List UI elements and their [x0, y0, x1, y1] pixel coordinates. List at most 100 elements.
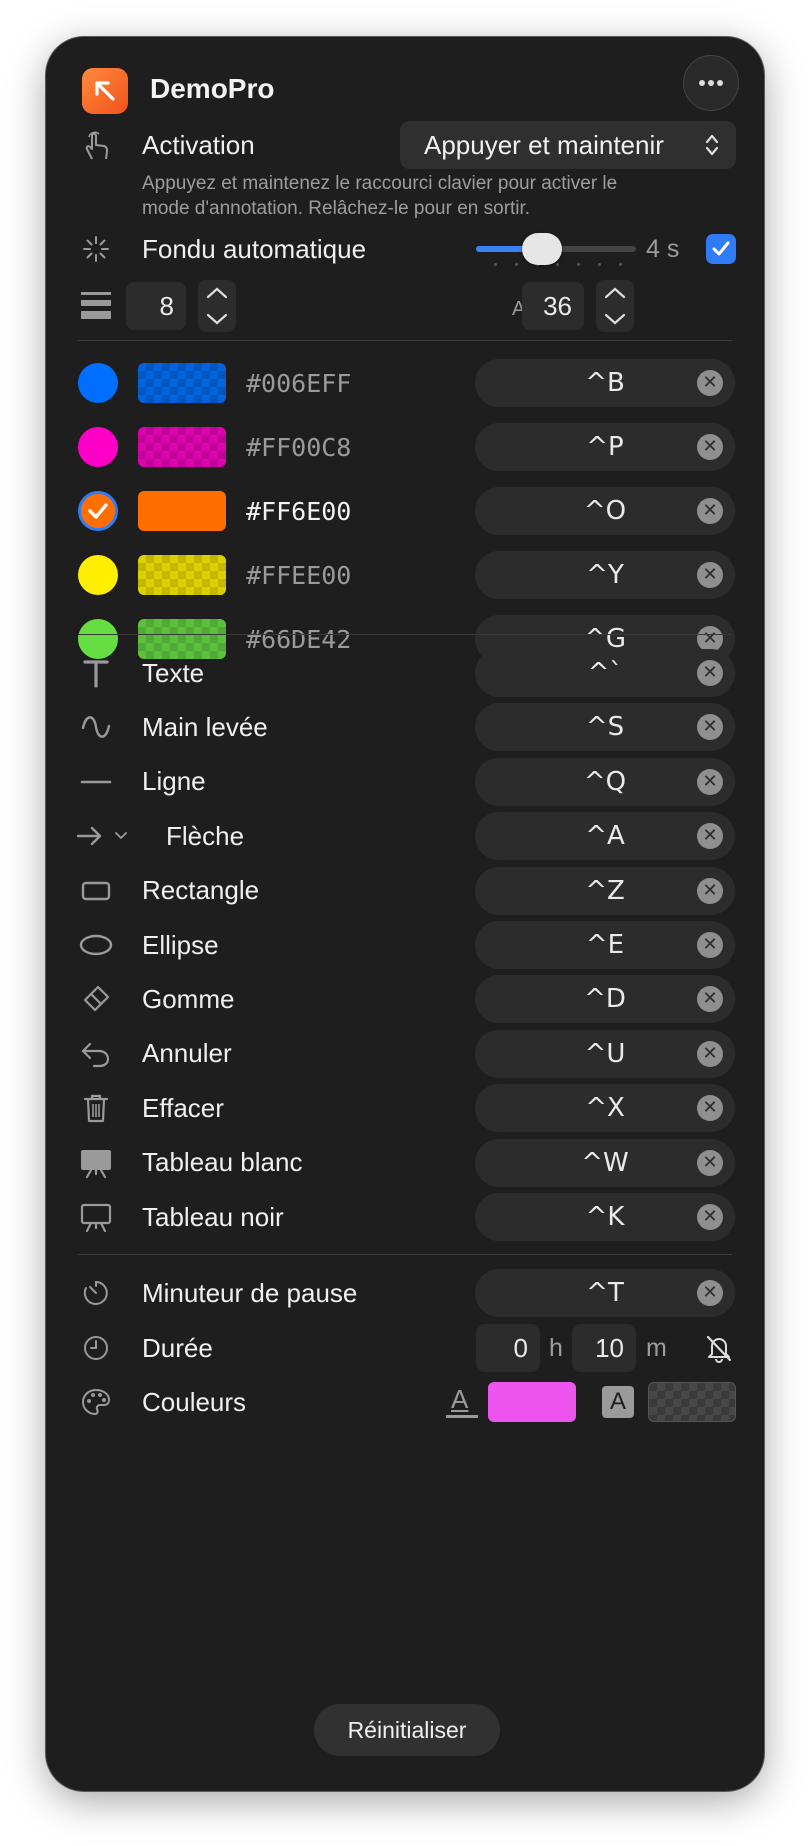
clear-shortcut-button[interactable]: ✕: [697, 932, 723, 958]
tool-shortcut-field[interactable]: ^Q ✕: [475, 757, 735, 806]
color-select-dot[interactable]: [78, 491, 118, 531]
shortcut-keys: ^`: [587, 658, 623, 688]
tool-shortcut-field[interactable]: ^E ✕: [475, 921, 735, 969]
line-width-stepper[interactable]: [198, 280, 236, 332]
tool-shortcut-field[interactable]: ^X ✕: [475, 1084, 735, 1133]
line-width-icon: [70, 284, 122, 324]
background-color-swatch[interactable]: [648, 1382, 736, 1422]
tool-label: Tableau noir: [142, 1201, 284, 1232]
shortcut-keys: ^Q: [583, 766, 627, 797]
color-select-dot[interactable]: [78, 363, 118, 403]
tool-shortcut-field[interactable]: ^A ✕: [475, 812, 735, 861]
arrow-icon[interactable]: [76, 816, 140, 856]
trash-icon: [70, 1088, 122, 1128]
color-swatch[interactable]: [138, 491, 226, 531]
tool-shortcut-field[interactable]: ^W ✕: [475, 1138, 735, 1187]
hours-field[interactable]: 0: [476, 1324, 540, 1372]
slider-ticks: [494, 263, 622, 266]
fade-row: Fondu automatique 4 s: [46, 225, 764, 273]
clear-shortcut-button[interactable]: ✕: [697, 1095, 723, 1122]
activation-row: Activation Appuyer et maintenir: [46, 121, 764, 169]
fade-label: Fondu automatique: [142, 233, 367, 264]
color-row: #FFEE00 ^Y ✕: [46, 551, 764, 599]
color-shortcut-field[interactable]: ^Y ✕: [475, 551, 735, 599]
checkmark-icon: [712, 241, 730, 256]
font-size-stepper[interactable]: [596, 280, 634, 332]
slider-knob[interactable]: [522, 233, 562, 265]
fade-slider[interactable]: [476, 229, 636, 269]
sparkle-icon: [70, 229, 122, 269]
clear-shortcut-button[interactable]: ✕: [697, 434, 723, 460]
timer-colors-label: Couleurs: [142, 1386, 247, 1417]
color-hex: #006EFF: [246, 368, 352, 398]
tool-shortcut-field[interactable]: ^` ✕: [475, 649, 735, 697]
timer-colors-row: Couleurs A A: [46, 1378, 764, 1426]
tool-shortcut-field[interactable]: ^U ✕: [475, 1029, 735, 1078]
clear-shortcut-button[interactable]: ✕: [697, 562, 723, 588]
whiteboard-icon: [70, 1143, 122, 1183]
minutes-field[interactable]: 10: [572, 1324, 636, 1372]
tool-label: Flèche: [166, 820, 245, 851]
shortcut-keys: ^O: [583, 496, 627, 526]
color-swatch[interactable]: [138, 555, 226, 595]
shortcut-keys: ^P: [586, 432, 624, 462]
clear-shortcut-button[interactable]: ✕: [697, 498, 723, 524]
clear-shortcut-button[interactable]: ✕: [697, 1040, 723, 1067]
background-color-icon: A: [602, 1386, 634, 1418]
rectangle-icon: [70, 871, 122, 911]
color-shortcut-field[interactable]: ^P ✕: [475, 423, 735, 471]
line-width-field[interactable]: 8: [126, 282, 186, 330]
tool-row: Flèche ^A ✕: [46, 812, 764, 861]
tool-label: Annuler: [142, 1038, 232, 1069]
clear-shortcut-button[interactable]: ✕: [697, 877, 723, 904]
clear-shortcut-button[interactable]: ✕: [697, 768, 723, 795]
shortcut-keys: ^K: [585, 1202, 625, 1232]
eraser-icon: [70, 979, 122, 1019]
font-size-field[interactable]: 36: [522, 282, 584, 330]
tool-label: Ellipse: [142, 929, 219, 960]
clear-shortcut-button[interactable]: ✕: [697, 986, 723, 1013]
color-hex: #FF6E00: [246, 496, 352, 526]
tool-row: Effacer ^X ✕: [46, 1084, 764, 1133]
clear-shortcut-button[interactable]: ✕: [697, 823, 723, 850]
text-color-swatch[interactable]: [488, 1382, 576, 1422]
color-select-dot[interactable]: [78, 555, 118, 595]
app-title: DemoPro: [150, 73, 275, 104]
divider: [78, 340, 732, 341]
tool-shortcut-field[interactable]: ^K ✕: [475, 1193, 735, 1241]
color-select-dot[interactable]: [78, 427, 118, 467]
timer-row: Minuteur de pause ^T ✕: [46, 1269, 764, 1317]
fade-checkbox[interactable]: [706, 234, 736, 264]
color-swatch[interactable]: [138, 363, 226, 403]
color-shortcut-field[interactable]: ^O ✕: [475, 487, 735, 535]
clear-shortcut-button[interactable]: ✕: [697, 1204, 723, 1230]
text-icon: [70, 653, 122, 693]
tool-row: Annuler ^U ✕: [46, 1029, 764, 1078]
shortcut-keys: ^Z: [585, 875, 625, 906]
tool-shortcut-field[interactable]: ^Z ✕: [475, 866, 735, 915]
color-hex: #FF00C8: [246, 432, 352, 462]
clear-shortcut-button[interactable]: ✕: [697, 370, 723, 396]
clear-shortcut-button[interactable]: ✕: [697, 1280, 723, 1306]
clear-shortcut-button[interactable]: ✕: [697, 714, 723, 741]
chevron-down-icon: [206, 313, 228, 325]
ellipsis-icon: [699, 80, 723, 86]
ellipse-icon: [70, 925, 122, 965]
clear-shortcut-button[interactable]: ✕: [697, 660, 723, 686]
activation-label: Activation: [142, 129, 255, 160]
tool-shortcut-field[interactable]: ^D ✕: [475, 975, 735, 1024]
bell-slash-icon[interactable]: [702, 1331, 736, 1365]
tool-shortcut-field[interactable]: ^S ✕: [475, 703, 735, 752]
tool-row: Tableau noir ^K ✕: [46, 1193, 764, 1241]
timer-shortcut-field[interactable]: ^T ✕: [475, 1269, 735, 1317]
settings-panel: DemoPro Activation Appuyer et maintenir …: [46, 37, 764, 1791]
more-options-button[interactable]: [683, 55, 739, 111]
color-swatch[interactable]: [138, 427, 226, 467]
activation-select[interactable]: Appuyer et maintenir: [400, 121, 736, 169]
color-shortcut-field[interactable]: ^B ✕: [475, 359, 735, 407]
tool-row: Ellipse ^E ✕: [46, 921, 764, 969]
app-icon: [82, 68, 128, 114]
reset-button[interactable]: Réinitialiser: [314, 1704, 500, 1756]
fade-value: 4 s: [646, 234, 680, 263]
clear-shortcut-button[interactable]: ✕: [697, 1149, 723, 1176]
